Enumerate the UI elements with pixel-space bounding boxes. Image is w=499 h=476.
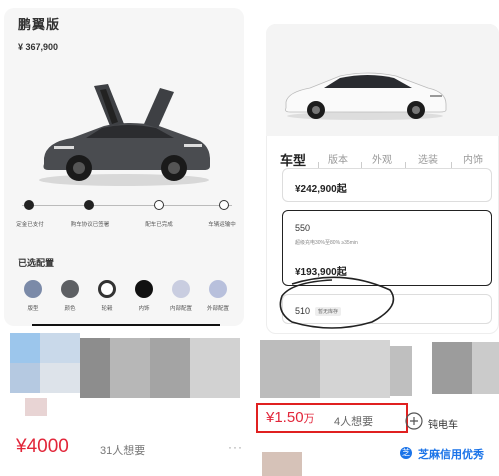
zhima-credit-icon: 芝: [400, 447, 412, 459]
cfg-label-1: 版型: [27, 306, 39, 312]
tab-interior[interactable]: 内饰: [463, 151, 483, 166]
step-4-label: 车辆运输中: [208, 222, 236, 228]
left-order-card[interactable]: 鹏翼版 ¥ 367,900 定金已支付 购车协议已签署 配车已完成 车辆运输中 …: [4, 8, 244, 326]
car-image-sedan: [285, 72, 447, 120]
selected-config-title: 已选配置: [18, 258, 55, 268]
step-1-label: 定金已支付: [16, 222, 44, 228]
option-price: ¥242,900起: [295, 184, 347, 195]
wheel-icon[interactable]: [98, 280, 116, 298]
cfg-label-5: 内部配置: [169, 306, 192, 312]
option-desc: 超级充电30%至80% ≥35min: [295, 240, 358, 246]
cfg-label-6: 外部配置: [206, 306, 229, 312]
option-name: 550: [295, 223, 311, 233]
watermark-text: 钝电车: [428, 420, 458, 431]
step-3-dot: [154, 200, 164, 210]
model-option-1[interactable]: ¥242,900起: [282, 168, 492, 202]
cfg-label-4: 内饰: [138, 306, 150, 312]
listing-wants-right: 4人想要: [334, 416, 374, 428]
inner-config-icon[interactable]: [172, 280, 190, 298]
cfg-label-2: 颜色: [64, 306, 76, 312]
hand-drawn-circle: [279, 276, 395, 329]
bottom-bar: [32, 324, 220, 326]
step-4-dot: [219, 200, 229, 210]
model-name: 鹏翼版: [18, 17, 61, 32]
price-value: ¥1.50: [266, 409, 304, 426]
tab-exterior[interactable]: 外观: [372, 151, 392, 166]
progress-line: [22, 205, 232, 206]
step-1-dot: [24, 200, 34, 210]
tab-model[interactable]: 车型: [280, 150, 306, 169]
interior-icon[interactable]: [135, 280, 153, 298]
step-2-dot: [84, 200, 94, 210]
listing-price-right: ¥1.50万: [266, 409, 315, 426]
trim-icon[interactable]: [24, 280, 42, 298]
outer-config-icon[interactable]: [209, 280, 227, 298]
more-options-button[interactable]: ···: [228, 440, 243, 454]
listing-price-left: ¥4000: [16, 436, 69, 457]
price-unit: 万: [303, 413, 315, 425]
car-image-gullwing: [39, 84, 210, 186]
order-price: ¥ 367,900: [18, 42, 59, 52]
step-2-label: 购车协议已签署: [70, 222, 110, 228]
tab-options[interactable]: 选装: [418, 151, 438, 166]
tab-version[interactable]: 版本: [328, 151, 348, 166]
color-icon[interactable]: [61, 280, 79, 298]
step-3-label: 配车已完成: [145, 222, 173, 228]
cfg-label-3: 轮毂: [101, 306, 113, 312]
zhima-credit-label: 芝麻信用优秀: [418, 449, 484, 461]
listing-wants-left: 31人想要: [100, 445, 146, 457]
watermark-logo-icon: [405, 412, 423, 430]
